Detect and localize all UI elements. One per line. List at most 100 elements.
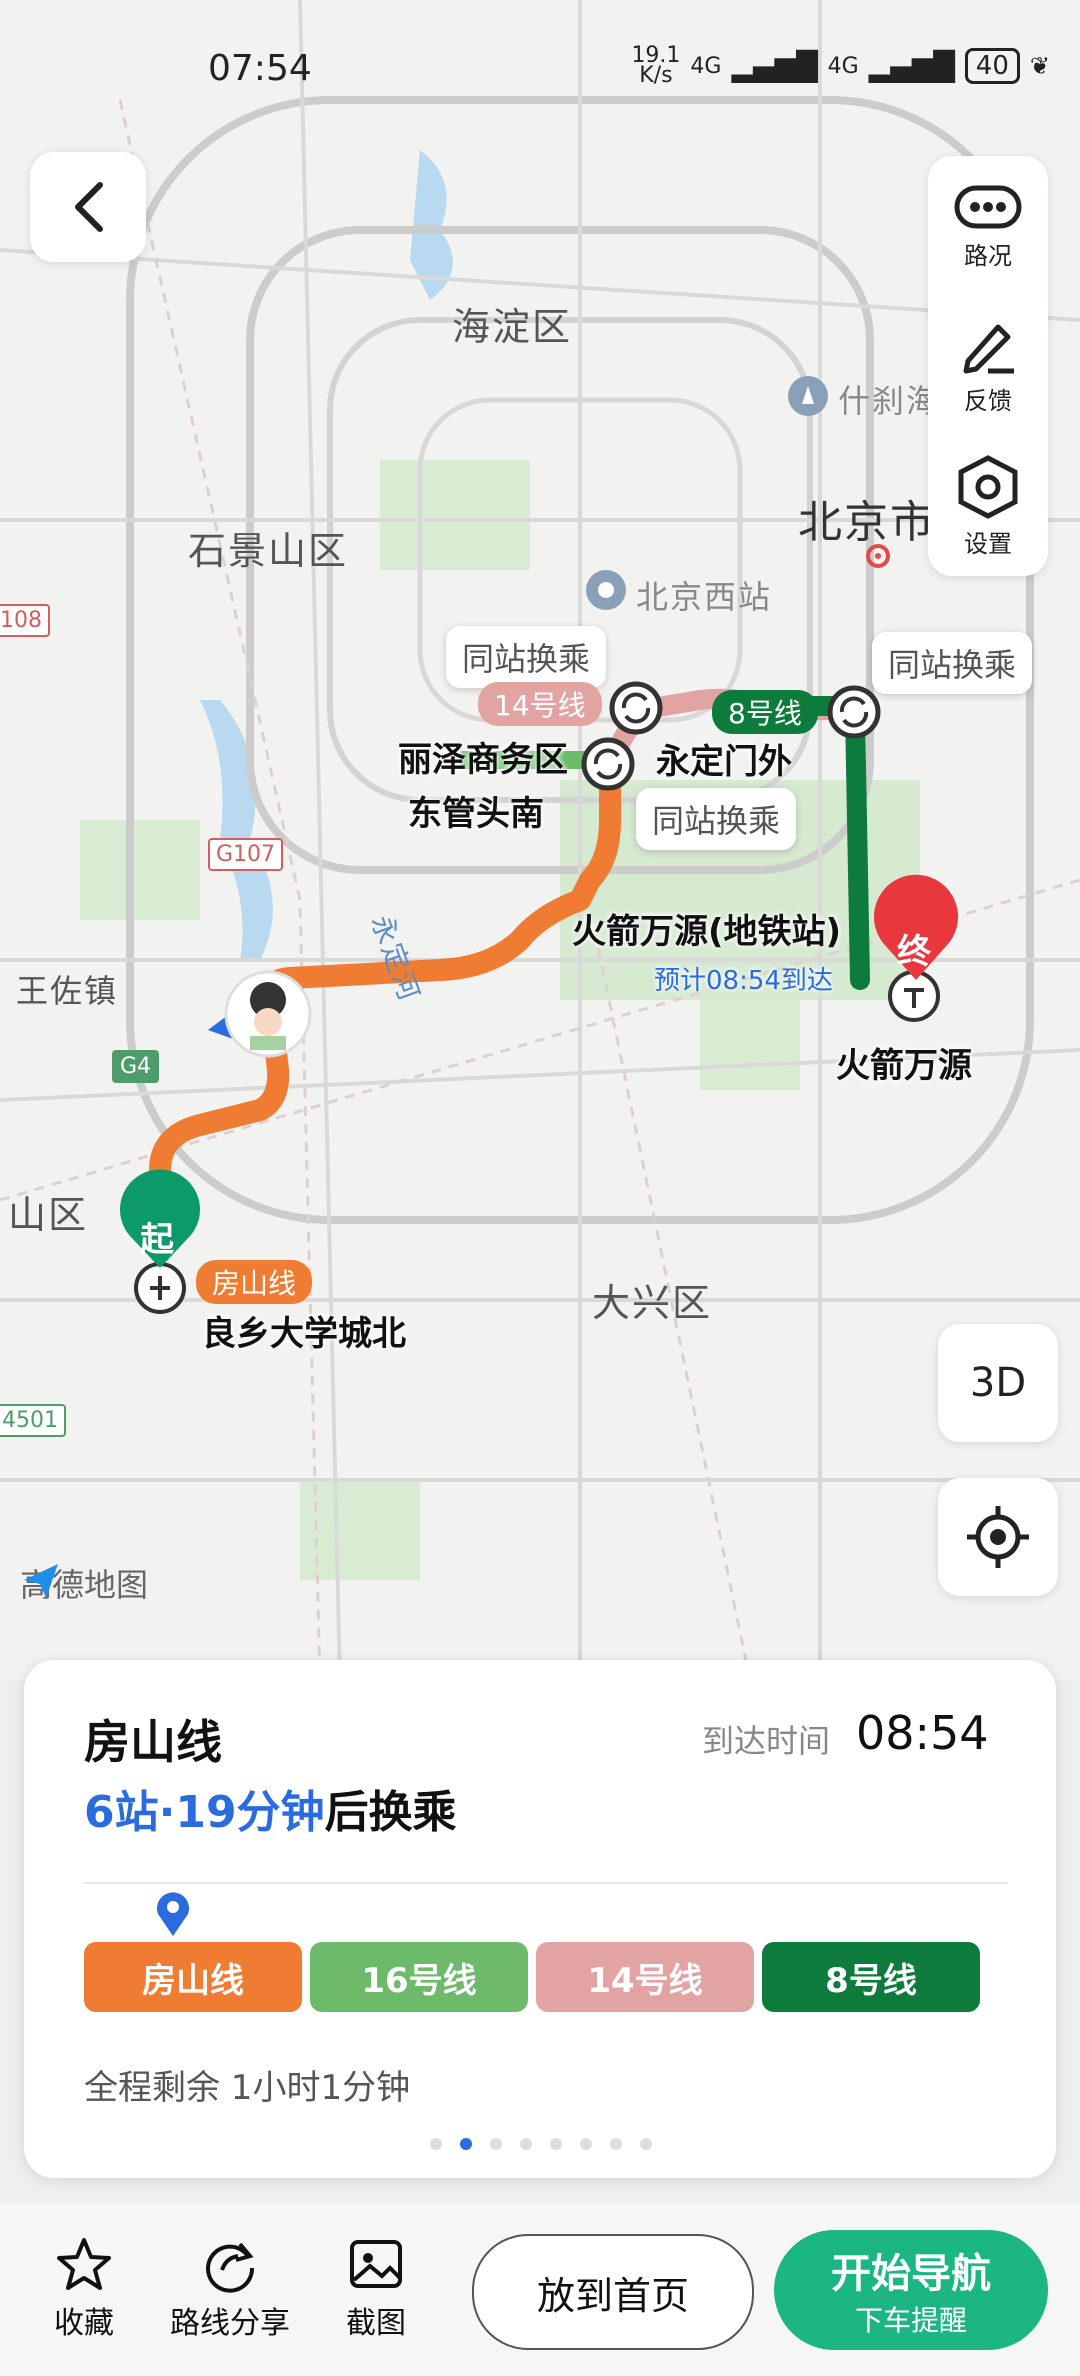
pencil-icon bbox=[963, 324, 1014, 373]
settings-button[interactable]: 设置 bbox=[928, 436, 1048, 576]
segment-line14: 14号线 bbox=[536, 1942, 754, 2012]
route-card[interactable]: 房山线 到达时间 08:54 6站·19分钟后换乘 房山线 16号线 14号线 … bbox=[24, 1660, 1056, 2178]
star-icon bbox=[57, 2238, 111, 2290]
stops-text: 6站·19分钟 bbox=[84, 1787, 325, 1838]
3d-label: 3D bbox=[969, 1360, 1027, 1406]
transfer-text: 后换乘 bbox=[324, 1787, 457, 1838]
image-icon bbox=[350, 2240, 402, 2288]
page-dot[interactable] bbox=[640, 2138, 652, 2150]
status-icons: 19.1 K/s 4G ▂▄▆█ 4G ▂▄▆█ 40 ❦ bbox=[631, 43, 1050, 88]
arrive-time: 08:54 bbox=[856, 1706, 989, 1760]
arrive-label: 到达时间 bbox=[702, 1722, 831, 1760]
line-tag-8: 8号线 bbox=[712, 690, 818, 734]
subway-end-icon bbox=[888, 970, 940, 1022]
signal-icon: ▂▄▆█ bbox=[731, 49, 818, 83]
road-badge: 108 bbox=[0, 604, 50, 637]
divider bbox=[84, 1882, 1008, 1884]
page-dot[interactable] bbox=[550, 2138, 562, 2150]
back-arrow-icon bbox=[75, 182, 103, 232]
stops-summary: 6站·19分钟后换乘 bbox=[84, 1776, 457, 1840]
card-line-name: 房山线 bbox=[84, 1715, 222, 1769]
end-marker-text: 终 bbox=[897, 932, 931, 972]
map-side-panel: 路况 反馈 设置 bbox=[928, 156, 1048, 576]
locate-icon bbox=[967, 1506, 1029, 1568]
share-route-button[interactable]: 路线分享 bbox=[170, 2234, 290, 2342]
station-dongguantou: 东管头南 bbox=[408, 794, 544, 834]
station-lize: 丽泽商务区 bbox=[398, 740, 568, 780]
map-view[interactable]: 海淀区 石景山区 北京市 大兴区 王佐镇 山区 什刹海 北京西站 永定河 G10… bbox=[0, 0, 1080, 1680]
transfer-icon bbox=[827, 685, 881, 739]
transfer-icon bbox=[609, 681, 663, 735]
station-huojian: 火箭万源 bbox=[836, 1046, 972, 1086]
start-navigation-button[interactable]: 开始导航 下车提醒 bbox=[774, 2230, 1048, 2350]
share-label: 路线分享 bbox=[170, 2306, 290, 2341]
district-daxing: 大兴区 bbox=[592, 1281, 713, 1325]
3d-button[interactable]: 3D bbox=[938, 1324, 1058, 1442]
poi-shichahai: 什刹海 bbox=[838, 382, 941, 420]
district-shijingshan: 石景山区 bbox=[188, 529, 349, 573]
remaining-time: 全程剩余 1小时1分钟 bbox=[84, 2068, 411, 2108]
locate-button[interactable] bbox=[938, 1478, 1058, 1596]
status-time: 07:54 bbox=[208, 48, 312, 89]
road-badge: G4 bbox=[112, 1050, 160, 1083]
district-shanqu: 山区 bbox=[8, 1193, 89, 1237]
leaf-icon: ❦ bbox=[1029, 52, 1050, 80]
bottom-action-bar: 收藏 路线分享 截图 放到首页 开始导航 下车提醒 bbox=[0, 2204, 1080, 2376]
road-badge: G107 bbox=[208, 838, 284, 871]
alight-reminder-label: 下车提醒 bbox=[854, 2304, 967, 2337]
amap-logo: 高德地图 bbox=[20, 1560, 148, 1606]
screenshot-label: 截图 bbox=[346, 2306, 406, 2341]
start-navigation-label: 开始导航 bbox=[831, 2251, 991, 2297]
segment-fangshan: 房山线 bbox=[84, 1942, 302, 2012]
signal-icon: ▂▄▆█ bbox=[868, 49, 955, 83]
transfer-bubble: 同站换乘 bbox=[872, 632, 1033, 694]
current-position-pin-icon bbox=[157, 1892, 189, 1936]
network-type: 4G bbox=[690, 53, 722, 79]
station-huojian-subway: 火箭万源(地铁站) bbox=[572, 912, 842, 952]
page-dot[interactable] bbox=[490, 2138, 502, 2150]
favorite-label: 收藏 bbox=[54, 2306, 114, 2341]
line-tag-fangshan: 房山线 bbox=[196, 1260, 313, 1304]
page-dot[interactable] bbox=[580, 2138, 592, 2150]
district-beijing: 北京市 bbox=[798, 497, 936, 548]
start-marker-text: 起 bbox=[140, 1220, 174, 1260]
segment-line16: 16号线 bbox=[310, 1942, 528, 2012]
user-location-icon bbox=[208, 970, 312, 1058]
station-start: 良乡大学城北 bbox=[202, 1314, 406, 1354]
page-dot[interactable] bbox=[430, 2138, 442, 2150]
settings-label: 设置 bbox=[964, 529, 1012, 558]
subway-start-icon bbox=[134, 1262, 186, 1314]
transfer-bubble: 同站换乘 bbox=[636, 788, 797, 850]
transfer-bubble: 同站换乘 bbox=[446, 626, 607, 688]
feedback-label: 反馈 bbox=[964, 386, 1012, 415]
district-haidian: 海淀区 bbox=[452, 305, 573, 349]
station-yongdingmen: 永定门外 bbox=[656, 742, 792, 782]
battery-icon: 40 bbox=[964, 48, 1020, 84]
page-dot-active[interactable] bbox=[460, 2138, 472, 2150]
traffic-icon bbox=[954, 185, 1022, 228]
eta-label: 预计08:54到达 bbox=[654, 966, 833, 996]
page-indicator[interactable] bbox=[430, 2138, 652, 2150]
shichahai-icon bbox=[788, 376, 828, 416]
net-speed: 19.1 K/s bbox=[631, 43, 681, 88]
train-station-icon bbox=[586, 570, 626, 610]
screenshot-button[interactable]: 截图 bbox=[346, 2234, 406, 2342]
back-button[interactable] bbox=[30, 152, 146, 262]
share-arrow-icon bbox=[206, 2242, 255, 2293]
feedback-button[interactable]: 反馈 bbox=[928, 296, 1048, 436]
road-badge: 4501 bbox=[0, 1404, 66, 1437]
map-roads bbox=[0, 0, 1080, 1680]
page-dot[interactable] bbox=[520, 2138, 532, 2150]
traffic-label: 路况 bbox=[964, 241, 1012, 270]
town-wangzuo: 王佐镇 bbox=[16, 972, 119, 1010]
segment-line8: 8号线 bbox=[762, 1942, 980, 2012]
traffic-button[interactable]: 路况 bbox=[928, 156, 1048, 296]
line-tag-14: 14号线 bbox=[478, 682, 602, 726]
page-dot[interactable] bbox=[610, 2138, 622, 2150]
add-to-home-button[interactable]: 放到首页 bbox=[472, 2234, 754, 2350]
transfer-icon bbox=[581, 737, 635, 791]
hexagon-settings-icon bbox=[958, 454, 1018, 519]
poi-beijing-west: 北京西站 bbox=[636, 578, 773, 616]
amap-logo-icon bbox=[24, 1564, 58, 1598]
favorite-button[interactable]: 收藏 bbox=[54, 2234, 114, 2342]
